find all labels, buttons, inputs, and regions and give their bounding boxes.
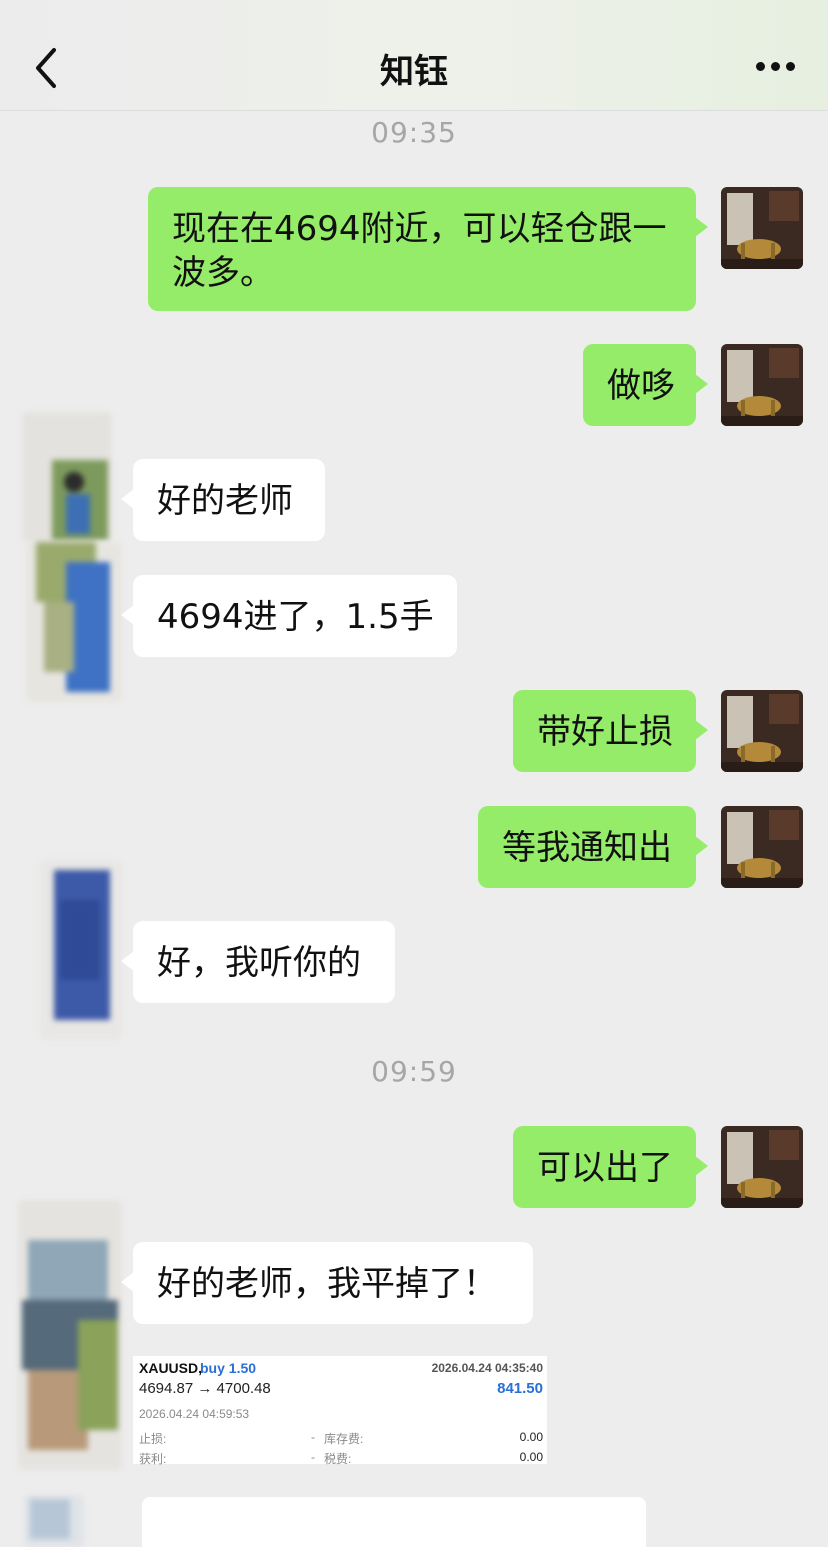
contact-avatar[interactable] [24,1495,84,1547]
tax-label: 税费: [324,1452,352,1466]
trade-close-time: 2026.04.24 04:59:53 [139,1407,250,1421]
message-bubble-outgoing[interactable]: 可以出了 [513,1126,708,1208]
trade-action: buy 1.50 [200,1360,257,1376]
tax-value: 0.00 [519,1450,543,1464]
message-bubble-outgoing[interactable]: 等我通知出 [478,806,708,888]
message-bubble-incoming[interactable]: 好的老师 [121,459,325,541]
chat-title: 知钰 [380,52,448,92]
message-bubble-incoming[interactable]: 好，我听你的 [121,921,395,1003]
my-avatar[interactable] [721,187,803,269]
my-avatar[interactable] [721,344,803,426]
trade-open-time: 2026.04.24 04:35:40 [431,1361,543,1375]
more-dots-icon[interactable] [752,60,798,74]
my-avatar[interactable] [721,1126,803,1208]
contact-avatar[interactable] [18,1200,122,1470]
trade-prices: 4694.87 → 4700.48 [139,1380,271,1397]
timestamp: 09:35 [371,116,457,149]
message-bubble-outgoing[interactable]: 带好止损 [513,690,708,772]
message-bubble-incoming[interactable]: 好的老师，我平掉了！ [121,1242,533,1324]
contact-avatar[interactable] [22,412,112,542]
swap-label: 库存费: [324,1432,364,1446]
trade-profit: 841.50 [497,1380,543,1397]
message-bubble-incoming[interactable]: 4694进了，1.5手 [121,575,457,657]
swap-value: 0.00 [519,1430,543,1444]
sl-value: - [311,1430,315,1444]
sl-label: 止损: [139,1432,167,1446]
tp-value: - [311,1450,315,1464]
my-avatar[interactable] [721,690,803,772]
trade-screenshot-card[interactable]: XAUUSD, buy 1.50 2026.04.24 04:35:40 469… [133,1356,547,1466]
message-bubble-outgoing[interactable]: 做哆 [583,344,708,426]
message-bubble-incoming-partial[interactable] [142,1497,646,1547]
contact-avatar[interactable] [40,860,122,1040]
my-avatar[interactable] [721,806,803,888]
chat-header: 知钰 [0,0,828,111]
timestamp: 09:59 [371,1055,457,1088]
tp-label: 获利: [139,1452,167,1466]
trade-symbol: XAUUSD, [139,1360,203,1376]
message-bubble-outgoing[interactable]: 现在在4694附近，可以轻仓跟一波多。 [148,187,708,311]
contact-avatar[interactable] [26,542,122,702]
